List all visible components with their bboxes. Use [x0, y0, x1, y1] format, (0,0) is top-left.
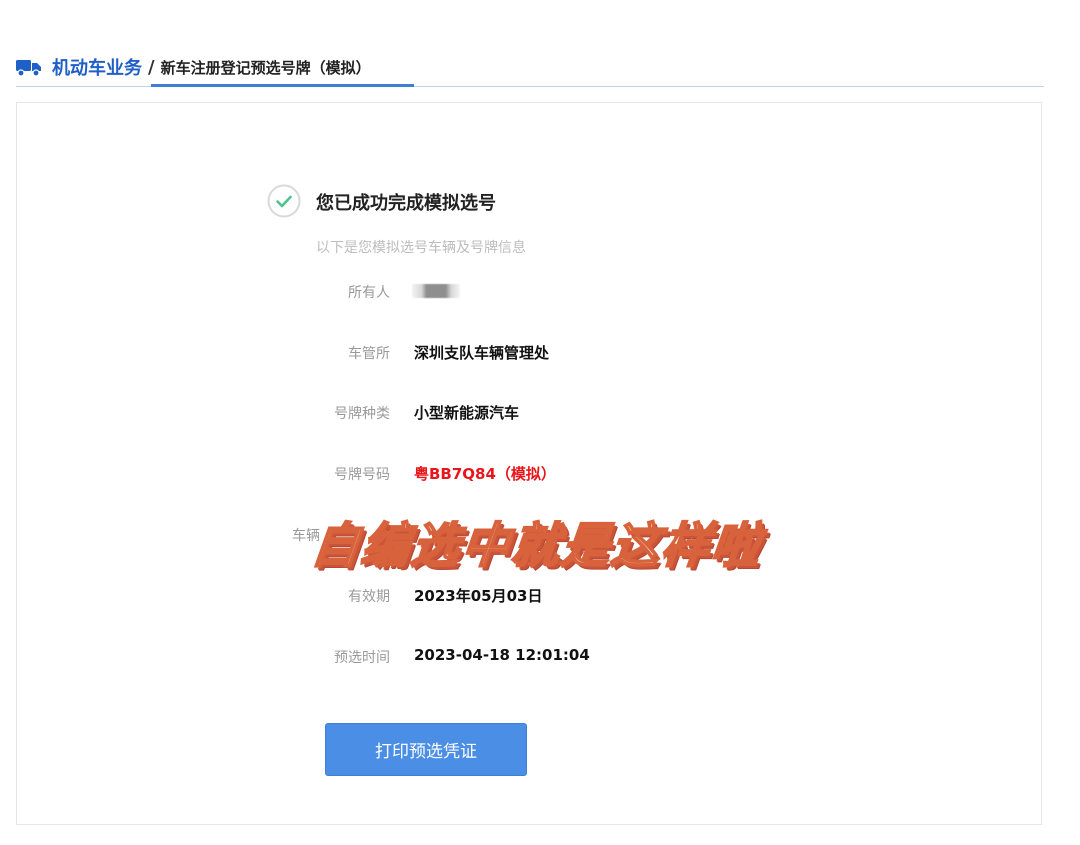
breadcrumb-root-link[interactable]: 机动车业务: [52, 54, 142, 80]
print-voucher-button[interactable]: 打印预选凭证: [325, 723, 527, 776]
valid-until-label: 有效期: [348, 589, 390, 605]
success-title: 您已成功完成模拟选号: [316, 193, 496, 214]
owner-value-redacted: [412, 284, 460, 298]
owner-label: 所有人: [348, 285, 390, 301]
office-value: 深圳支队车辆管理处: [414, 344, 550, 362]
preselect-time-label: 预选时间: [334, 650, 390, 666]
plate-number-value: 粤BB7Q84（模拟）: [414, 465, 556, 483]
active-tab-underline: [151, 84, 414, 87]
truck-icon: [16, 57, 42, 77]
overlay-caption: 自编选中就是这样啦: [308, 517, 766, 575]
valid-until-value: 2023年05月03日: [414, 587, 543, 605]
breadcrumb-current-tab[interactable]: 新车注册登记预选号牌（模拟）: [161, 57, 371, 78]
breadcrumb: 机动车业务 / 新车注册登记预选号牌（模拟）: [16, 50, 371, 84]
success-subtitle: 以下是您模拟选号车辆及号牌信息: [316, 240, 526, 256]
preselect-time-value: 2023-04-18 12:01:04: [414, 646, 590, 664]
plate-number-label: 号牌号码: [334, 467, 390, 483]
office-label: 车管所: [348, 346, 390, 362]
page: 机动车业务 / 新车注册登记预选号牌（模拟） 您已成功完成模拟选号 以下是您模拟…: [0, 0, 1080, 845]
plate-type-label: 号牌种类: [334, 406, 390, 422]
plate-type-value: 小型新能源汽车: [414, 404, 520, 422]
breadcrumb-separator: /: [148, 56, 155, 78]
check-circle-icon: [267, 184, 301, 218]
